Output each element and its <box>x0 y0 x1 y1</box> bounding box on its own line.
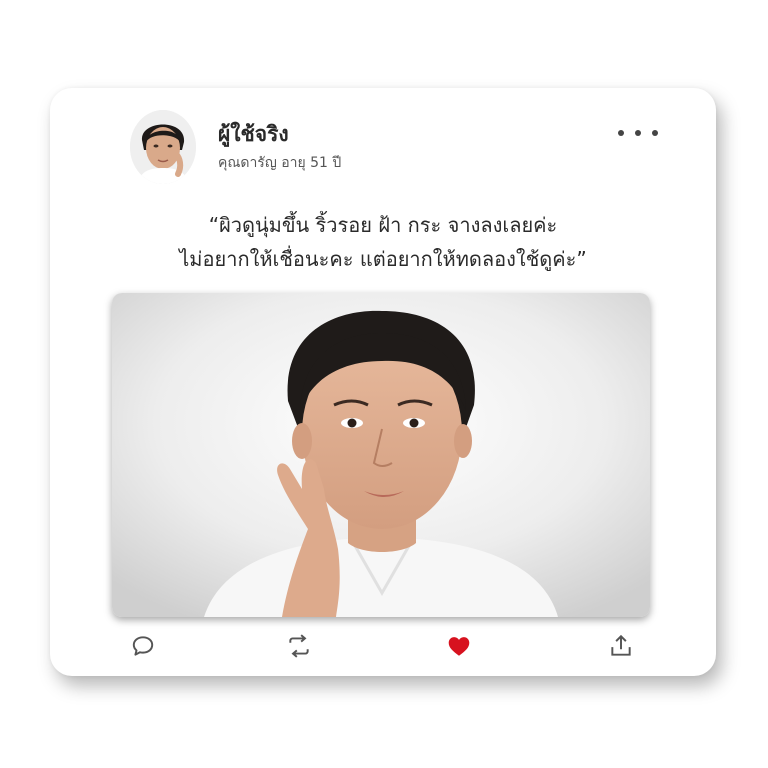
quote-line-1: “ผิวดูนุ่มขึ้น ริ้วรอย ฝ้า กระ จางลงเลยค… <box>208 213 558 237</box>
more-dot <box>635 130 641 136</box>
heart-icon[interactable] <box>446 633 472 659</box>
share-icon[interactable] <box>608 633 634 659</box>
repost-icon[interactable] <box>286 633 312 659</box>
comment-icon[interactable] <box>130 633 156 659</box>
avatar[interactable] <box>130 110 196 184</box>
photo-image <box>112 293 650 617</box>
more-options-icon[interactable] <box>618 122 658 144</box>
post-photo[interactable] <box>112 293 650 617</box>
post-card: ผู้ใช้จริง คุณดารัญ อายุ 51 ปี “ผิวดูนุ่… <box>50 88 716 676</box>
avatar-image <box>130 110 196 184</box>
quote-line-2: ไม่อยากให้เชื่อนะคะ แต่อยากให้ทดลองใช้ดู… <box>179 247 587 271</box>
username[interactable]: ผู้ใช้จริง <box>218 118 289 151</box>
more-dot <box>618 130 624 136</box>
more-dot <box>652 130 658 136</box>
user-subtitle: คุณดารัญ อายุ 51 ปี <box>218 155 342 171</box>
post-quote: “ผิวดูนุ่มขึ้น ริ้วรอย ฝ้า กระ จางลงเลยค… <box>110 208 656 276</box>
post-actions <box>130 633 636 661</box>
post-screenshot: ผู้ใช้จริง คุณดารัญ อายุ 51 ปี “ผิวดูนุ่… <box>0 0 768 768</box>
